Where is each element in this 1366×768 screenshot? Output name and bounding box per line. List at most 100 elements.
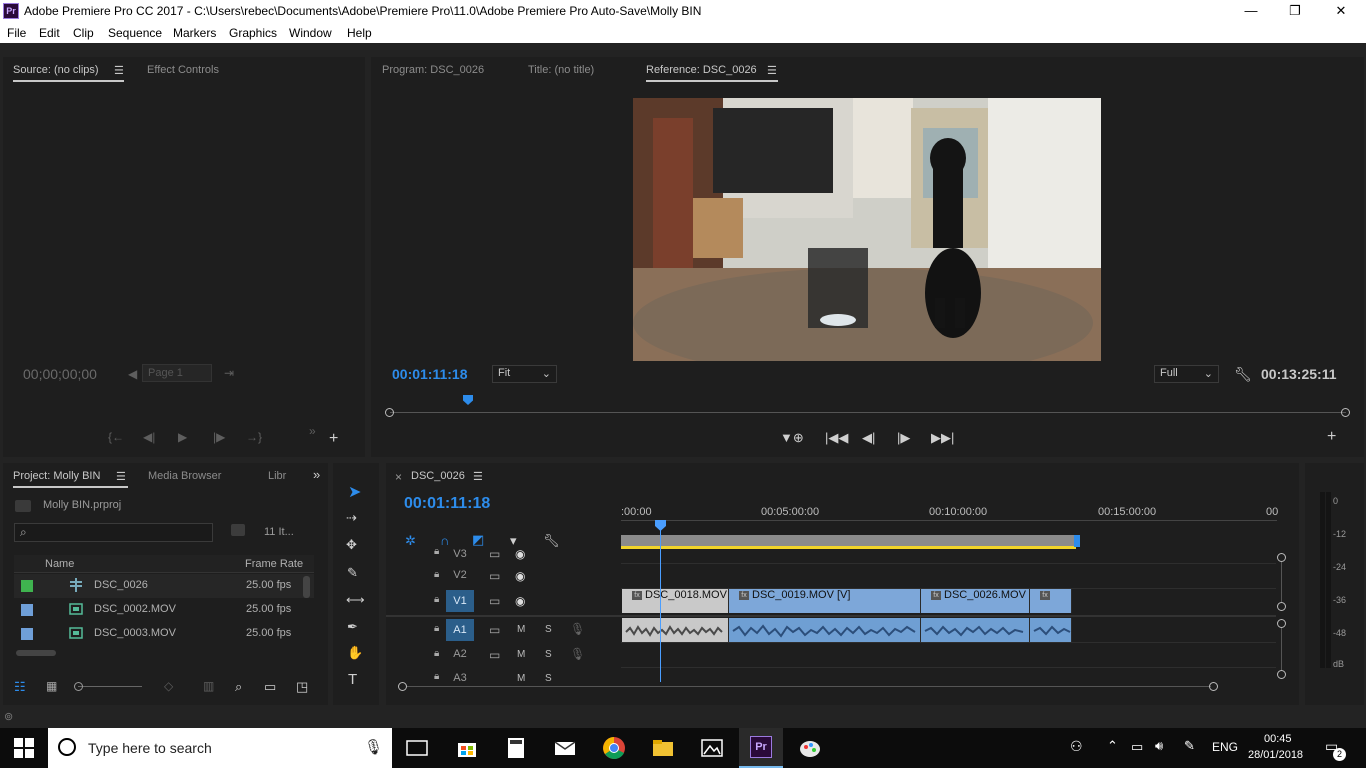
track-label[interactable]: V1 <box>446 590 474 612</box>
type-tool-icon[interactable]: T <box>348 671 357 688</box>
h-zoom-end-handle[interactable] <box>1209 682 1218 691</box>
src-add-button-icon[interactable]: + <box>329 430 338 448</box>
solo-button[interactable]: S <box>545 649 552 660</box>
menu-clip[interactable]: Clip <box>73 26 94 40</box>
column-name[interactable]: Name <box>45 558 74 570</box>
lock-icon[interactable]: 🔒︎ <box>434 623 439 634</box>
paint-icon[interactable] <box>798 736 822 760</box>
close-button[interactable]: ✕ <box>1318 0 1364 23</box>
tab-reference[interactable]: Reference: DSC_0026 <box>646 64 757 76</box>
new-bin-icon[interactable]: ▭ <box>264 679 276 695</box>
clock-time[interactable]: 00:45 <box>1264 733 1292 745</box>
menu-graphics[interactable]: Graphics <box>229 26 277 40</box>
mail-icon[interactable] <box>553 736 577 760</box>
close-tab-icon[interactable]: × <box>395 470 402 484</box>
project-horizontal-scrollbar[interactable] <box>16 650 56 656</box>
microphone-icon[interactable]: 🎙︎ <box>570 647 585 661</box>
language-indicator[interactable]: ENG <box>1212 740 1238 754</box>
mute-button[interactable]: M <box>517 649 525 660</box>
timeline-clip[interactable]: fx DSC_0026.MOV <box>921 589 1030 613</box>
tab-title[interactable]: Title: (no title) <box>528 64 594 76</box>
razor-tool-icon[interactable]: ✎ <box>347 565 358 581</box>
v-scrollbar-video[interactable] <box>1281 562 1282 602</box>
source-menu-icon[interactable]: ☰ <box>114 64 124 77</box>
find-button-icon[interactable]: ⌕ <box>235 679 242 695</box>
tab-project[interactable]: Project: Molly BIN <box>13 470 100 482</box>
lock-icon[interactable]: 🔒︎ <box>434 569 439 580</box>
track-select-tool-icon[interactable]: ⇢ <box>346 510 357 526</box>
zoom-slider[interactable] <box>78 686 142 687</box>
icon-view-icon[interactable]: ▦ <box>46 679 57 693</box>
timeline-playhead-line[interactable] <box>660 530 661 682</box>
step-back-icon[interactable]: ◀| <box>862 430 875 446</box>
reference-menu-icon[interactable]: ☰ <box>767 64 777 77</box>
taskbar-search-box[interactable]: Type here to search 🎙︎ <box>48 728 392 768</box>
source-timecode[interactable]: 00;00;00;00 <box>23 366 97 382</box>
lock-icon[interactable]: 🔒︎ <box>434 648 439 659</box>
sync-lock-icon[interactable]: ▭ <box>489 623 500 637</box>
maximize-button[interactable]: ❐ <box>1272 0 1318 23</box>
tab-sequence[interactable]: DSC_0026 <box>411 470 465 482</box>
task-view-icon[interactable] <box>405 736 429 760</box>
goto-out-icon[interactable]: ▶▶| <box>931 430 954 446</box>
file-explorer-icon[interactable] <box>651 736 675 760</box>
eye-icon[interactable]: ◉ <box>515 547 525 561</box>
timeline-clip[interactable]: fx DSC_0019.MOV [V] <box>729 589 921 613</box>
store-icon[interactable] <box>455 736 479 760</box>
tab-libraries[interactable]: Libr <box>268 470 286 482</box>
hand-tool-icon[interactable]: ✋ <box>347 645 363 661</box>
minimize-button[interactable]: — <box>1228 0 1274 23</box>
project-row[interactable]: DSC_0002.MOV 25.00 fps <box>14 598 314 622</box>
premiere-taskbar-button[interactable]: Pr <box>739 728 783 768</box>
track-label[interactable]: V3 <box>446 548 474 560</box>
photos-icon[interactable] <box>700 736 724 760</box>
list-view-icon[interactable]: ☷ <box>14 679 26 695</box>
project-row[interactable]: DSC_0003.MOV 25.00 fps <box>14 622 314 646</box>
scrub-start-handle[interactable] <box>385 408 394 417</box>
timeline-audio-clip[interactable] <box>622 618 729 642</box>
mute-button[interactable]: M <box>517 673 525 682</box>
people-icon[interactable]: ⚇ <box>1070 738 1083 755</box>
zoom-slider-handle[interactable] <box>74 682 83 691</box>
program-scrub-bar[interactable] <box>390 412 1346 413</box>
menu-window[interactable]: Window <box>289 26 332 40</box>
timeline-audio-clip[interactable] <box>921 618 1030 642</box>
timeline-horizontal-scrollbar[interactable] <box>407 686 1211 687</box>
selection-tool-icon[interactable]: ➤ <box>348 482 361 502</box>
track-label[interactable]: A2 <box>446 643 474 665</box>
marker-drop-icon[interactable]: ▼⊕ <box>780 430 804 446</box>
pen-tool-icon[interactable]: ✒ <box>347 619 358 635</box>
sync-lock-icon[interactable]: ▭ <box>489 547 500 561</box>
lock-icon[interactable]: 🔒︎ <box>434 546 439 557</box>
h-zoom-start-handle[interactable] <box>398 682 407 691</box>
calculator-icon[interactable] <box>504 736 528 760</box>
menu-help[interactable]: Help <box>347 26 372 40</box>
tab-source[interactable]: Source: (no clips) <box>13 64 99 76</box>
network-icon[interactable]: ▭ <box>1131 739 1143 755</box>
solo-button[interactable]: S <box>545 673 552 682</box>
track-label[interactable]: A1 <box>446 619 474 641</box>
menu-markers[interactable]: Markers <box>173 26 216 40</box>
lock-icon[interactable]: 🔒︎ <box>434 671 439 682</box>
tab-effect-controls[interactable]: Effect Controls <box>147 64 219 76</box>
quality-select[interactable]: Full ⌄ <box>1154 365 1219 383</box>
program-timecode[interactable]: 00:01:11:18 <box>392 366 468 382</box>
tab-media-browser[interactable]: Media Browser <box>148 470 221 482</box>
timeline-audio-clip[interactable] <box>1030 618 1072 642</box>
eye-icon[interactable]: ◉ <box>515 569 525 583</box>
ripple-edit-tool-icon[interactable]: ✥ <box>346 537 357 553</box>
find-icon[interactable] <box>231 524 245 536</box>
v-zoom-handle[interactable] <box>1277 553 1286 562</box>
sync-lock-icon[interactable]: ▭ <box>489 594 500 608</box>
program-add-button-icon[interactable]: + <box>1327 428 1336 446</box>
timeline-audio-clip[interactable] <box>729 618 921 642</box>
slip-tool-icon[interactable]: ⟷ <box>346 592 365 608</box>
track-label[interactable]: A3 <box>446 672 474 682</box>
clock-date[interactable]: 28/01/2018 <box>1248 749 1303 761</box>
more-panels-icon[interactable]: » <box>313 467 320 482</box>
zoom-select[interactable]: Fit ⌄ <box>492 365 557 383</box>
eye-icon[interactable]: ◉ <box>515 594 525 608</box>
v-zoom-handle[interactable] <box>1277 619 1286 628</box>
solo-button[interactable]: S <box>545 624 552 635</box>
menu-edit[interactable]: Edit <box>39 26 60 40</box>
